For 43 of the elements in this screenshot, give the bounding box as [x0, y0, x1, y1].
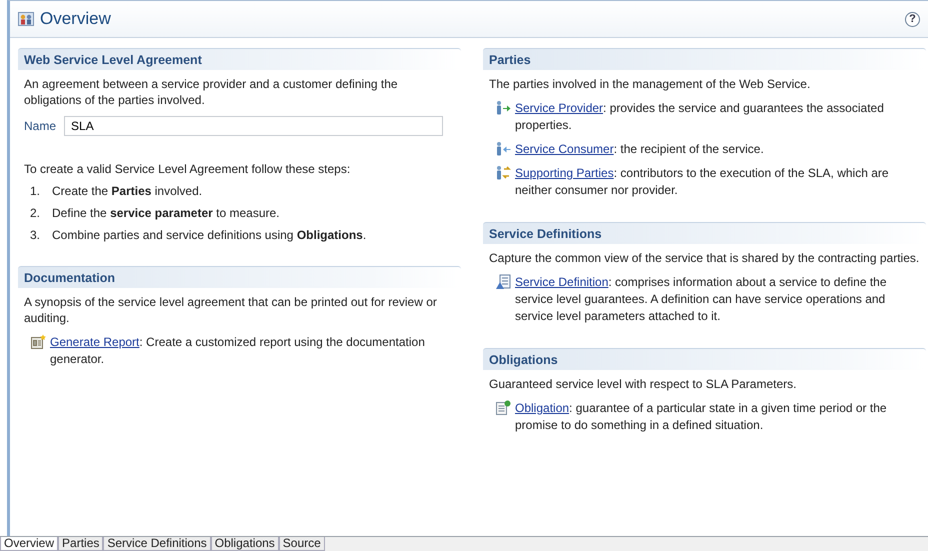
section-description: An agreement between a service provider and a customer defining the obligations of the parties involved.	[24, 76, 399, 108]
name-label: Name	[24, 119, 56, 133]
link[interactable]: Service Provider	[515, 101, 604, 115]
editor-tab[interactable]: Obligations	[210, 537, 279, 551]
section-description: Guaranteed service level with respect to SLA Parameters.	[489, 376, 798, 392]
people-icon	[18, 12, 34, 26]
section-header[interactable]: Parties	[483, 48, 926, 70]
section-header[interactable]: Documentation	[18, 266, 461, 288]
link-description: Service Definition: comprises information about a service to define the service level guarantees. A definition can have service operations and service level parameters attached to it.	[515, 274, 888, 325]
section-description: A synopsis of the service level agreement that can be printed out for review or auditing.	[24, 294, 438, 326]
link-description: Obligation: guarantee of a particular state in a given time period or the promise to do something in a defined situation.	[515, 400, 888, 434]
link[interactable]: Generate Report	[50, 335, 140, 349]
step-number: 3.	[30, 228, 40, 242]
help-button[interactable]: ?	[905, 12, 920, 26]
document-check-icon	[495, 400, 511, 416]
step-number: 1.	[30, 184, 40, 198]
section-header[interactable]: Obligations	[483, 348, 926, 370]
step-number: 2.	[30, 206, 40, 220]
step-text: Combine parties and service definitions using Obligations.	[52, 228, 366, 242]
person-arrows-icon	[495, 165, 511, 181]
person-arrow-icon	[495, 100, 511, 116]
person-arrow-icon	[495, 141, 511, 157]
link[interactable]: Service Consumer	[515, 142, 614, 156]
step-text: Define the service parameter to measure.	[52, 206, 280, 220]
editor-tab[interactable]: Service Definitions	[103, 537, 211, 551]
link-description: Supporting Parties: contributors to the execution of the SLA, which are neither consumer nor provider.	[515, 165, 890, 199]
section-description: Capture the common view of the service that is shared by the contracting parties.	[489, 250, 920, 266]
link[interactable]: Service Definition	[515, 275, 608, 289]
editor-tab[interactable]: Parties	[58, 537, 104, 551]
editor-tab[interactable]: Source	[278, 537, 325, 551]
section-description: The parties involved in the management of the Web Service.	[489, 76, 812, 92]
link-description: Service Provider: provides the service and guarantees the associated properties.	[515, 100, 885, 134]
link[interactable]: Supporting Parties	[515, 166, 614, 180]
link-description: Generate Report: Create a customized report using the documentation generator.	[50, 334, 426, 368]
editor-tab[interactable]: Overview	[0, 537, 58, 551]
steps-intro: To create a valid Service Level Agreement follow these steps:	[24, 162, 352, 176]
name-field[interactable]: SLA	[64, 116, 443, 136]
link[interactable]: Obligation	[515, 401, 570, 415]
link-description: Service Consumer: the recipient of the service.	[515, 141, 764, 158]
editor-title: Overview	[40, 9, 111, 29]
section-header[interactable]: Web Service Level Agreement	[18, 48, 461, 70]
section-header[interactable]: Service Definitions	[483, 222, 926, 244]
step-text: Create the Parties involved.	[52, 184, 202, 198]
